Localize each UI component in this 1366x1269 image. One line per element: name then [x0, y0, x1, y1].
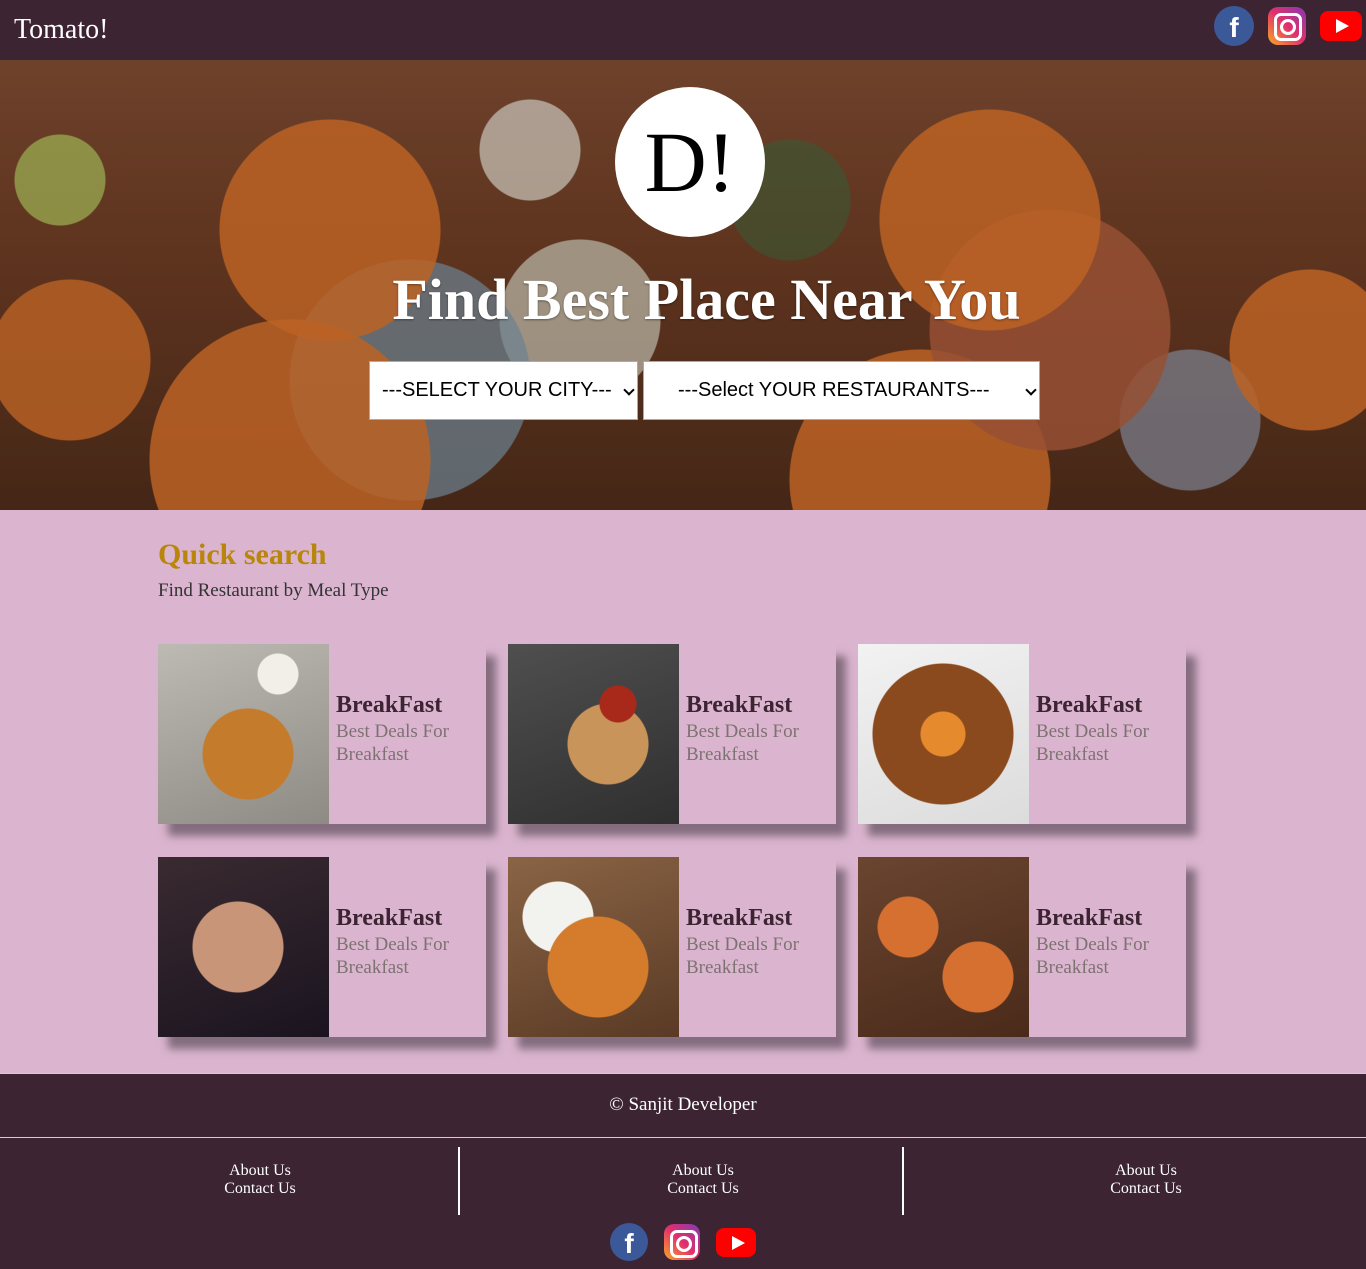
meal-type-card[interactable]: BreakFast Best Deals For Breakfast [158, 644, 486, 824]
social-links-bottom: f [610, 1223, 756, 1261]
meal-type-card[interactable]: BreakFast Best Deals For Breakfast [158, 857, 486, 1037]
card-description: Best Deals For Breakfast [336, 934, 449, 978]
hero-banner: D! Find Best Place Near You ---SELECT YO… [0, 60, 1366, 510]
card-title: BreakFast [686, 692, 793, 718]
brand-name[interactable]: Tomato! [14, 14, 108, 46]
facebook-icon[interactable]: f [1214, 6, 1254, 46]
meal-type-card[interactable]: BreakFast Best Deals For Breakfast [508, 644, 836, 824]
card-title: BreakFast [686, 905, 793, 931]
meal-image [858, 857, 1029, 1037]
chevron-down-icon [623, 384, 635, 396]
card-title: BreakFast [336, 692, 443, 718]
card-description: Best Deals For Breakfast [1036, 721, 1149, 765]
meal-image [508, 857, 679, 1037]
instagram-icon[interactable] [1268, 7, 1306, 45]
card-description: Best Deals For Breakfast [686, 934, 799, 978]
about-us-link[interactable]: About Us [160, 1162, 360, 1180]
meal-type-card[interactable]: BreakFast Best Deals For Breakfast [508, 857, 836, 1037]
youtube-icon[interactable] [1320, 11, 1362, 41]
instagram-icon[interactable] [664, 1224, 700, 1260]
contact-us-link[interactable]: Contact Us [603, 1180, 803, 1198]
card-title: BreakFast [1036, 692, 1143, 718]
quick-search-subtitle: Find Restaurant by Meal Type [158, 580, 389, 601]
copyright-text: © Sanjit Developer [609, 1094, 757, 1115]
meal-image [858, 644, 1029, 824]
about-us-link[interactable]: About Us [603, 1162, 803, 1180]
city-select-value: ---SELECT YOUR CITY--- [382, 379, 612, 401]
site-logo[interactable]: D! [615, 87, 765, 237]
social-links-top: f [1214, 6, 1362, 46]
quick-search-title: Quick search [158, 538, 327, 571]
footer-column-divider [458, 1147, 460, 1215]
card-title: BreakFast [336, 905, 443, 931]
footer-links-column: About Us Contact Us [160, 1162, 360, 1198]
contact-us-link[interactable]: Contact Us [1046, 1180, 1246, 1198]
contact-us-link[interactable]: Contact Us [160, 1180, 360, 1198]
meal-type-card[interactable]: BreakFast Best Deals For Breakfast [858, 644, 1186, 824]
facebook-icon[interactable]: f [610, 1223, 648, 1261]
chevron-down-icon [1025, 384, 1037, 396]
quick-search-section: Quick search Find Restaurant by Meal Typ… [0, 510, 1366, 1074]
site-footer: © Sanjit Developer About Us Contact Us A… [0, 1073, 1366, 1269]
footer-column-divider [902, 1147, 904, 1215]
youtube-icon[interactable] [716, 1227, 756, 1257]
meal-type-card[interactable]: BreakFast Best Deals For Breakfast [858, 857, 1186, 1037]
meal-image [158, 644, 329, 824]
card-description: Best Deals For Breakfast [336, 721, 449, 765]
card-description: Best Deals For Breakfast [686, 721, 799, 765]
restaurant-select-value: ---Select YOUR RESTAURANTS--- [678, 379, 990, 401]
meal-image [158, 857, 329, 1037]
about-us-link[interactable]: About Us [1046, 1162, 1246, 1180]
card-description: Best Deals For Breakfast [1036, 934, 1149, 978]
logo-text: D! [644, 114, 736, 210]
footer-links-column: About Us Contact Us [603, 1162, 803, 1198]
city-select[interactable]: ---SELECT YOUR CITY--- [369, 361, 638, 420]
top-navbar: Tomato! f [0, 0, 1366, 60]
card-title: BreakFast [1036, 905, 1143, 931]
footer-links-column: About Us Contact Us [1046, 1162, 1246, 1198]
meal-image [508, 644, 679, 824]
restaurant-select[interactable]: ---Select YOUR RESTAURANTS--- [643, 361, 1040, 420]
footer-divider-line [0, 1137, 1366, 1138]
hero-title: Find Best Place Near You [392, 267, 1021, 332]
